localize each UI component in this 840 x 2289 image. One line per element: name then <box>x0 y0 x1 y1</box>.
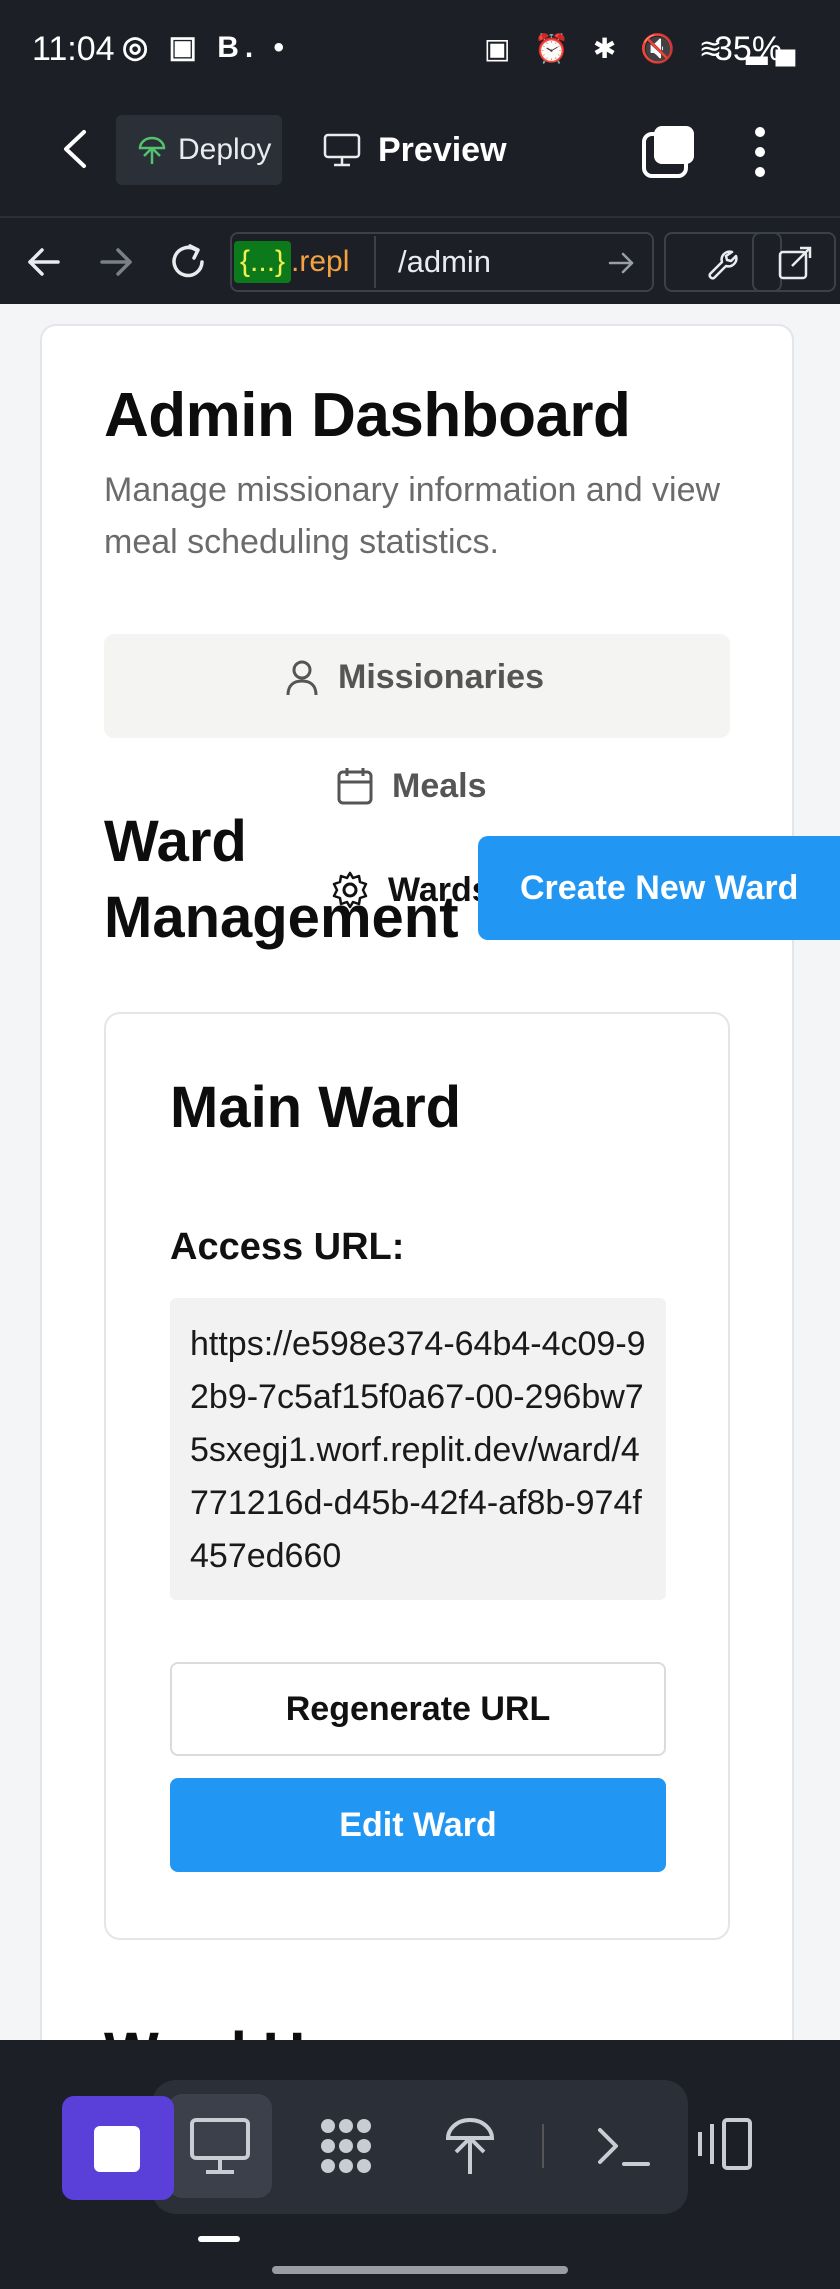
external-link-icon <box>778 246 812 280</box>
tab-missionaries-label: Missionaries <box>338 658 544 696</box>
tools-grid-icon <box>321 2119 371 2173</box>
dock-deployments[interactable] <box>418 2094 522 2198</box>
tab-list: Missionaries <box>104 634 730 738</box>
layout-toggle-icon[interactable] <box>690 2110 760 2180</box>
tab-meals[interactable]: Meals <box>336 766 487 806</box>
dock-all-tools[interactable] <box>294 2094 398 2198</box>
repl-suffix: .repl <box>291 245 350 278</box>
dock-separator <box>542 2124 544 2168</box>
terminal-icon <box>598 2128 650 2166</box>
browser-url-bar: {...} .repl /admin <box>0 216 840 304</box>
preview-label: Preview <box>378 130 507 169</box>
page-title: Admin Dashboard <box>104 381 631 450</box>
status-time: 11:04 <box>32 30 115 68</box>
nav-forward-arrow-icon[interactable] <box>94 240 138 284</box>
monitor-icon <box>190 2118 250 2174</box>
gear-icon <box>332 871 368 909</box>
stop-square-icon <box>94 2126 140 2172</box>
dock-console[interactable] <box>572 2094 676 2198</box>
repl-domain-chip[interactable]: {...} .repl <box>234 236 376 288</box>
tab-missionaries[interactable]: Missionaries <box>284 658 544 697</box>
stop-button[interactable] <box>62 2096 174 2200</box>
preview-button[interactable]: Preview <box>322 115 507 185</box>
status-bar: 11:04 ◎ ▣ B. • ▣ ⏰ ✱ 🔇 ≋ ▂▄ 35% <box>0 0 840 84</box>
preview-viewport[interactable]: Admin Dashboard Manage missionary inform… <box>0 304 840 2040</box>
nav-back-arrow-icon[interactable] <box>22 240 66 284</box>
repl-braces: {...} <box>234 241 292 283</box>
active-indicator <box>198 2236 240 2242</box>
page-subtitle: Manage missionary information and view m… <box>104 471 721 561</box>
user-icon <box>286 660 318 695</box>
tab-wards[interactable]: Wards <box>330 870 491 910</box>
home-indicator[interactable] <box>272 2266 568 2274</box>
deploy-label: Deploy <box>178 133 272 166</box>
url-path: /admin <box>398 244 492 279</box>
next-section-heading-partial: Ward U <box>104 2020 305 2040</box>
tab-meals-label: Meals <box>392 766 487 805</box>
ward-card: Main Ward Access URL: https://e598e374-6… <box>104 1012 730 1940</box>
deploy-icon <box>138 136 166 164</box>
regenerate-url-button[interactable]: Regenerate URL <box>170 1662 666 1756</box>
status-notification-icons: ◎ ▣ B. • <box>122 31 291 64</box>
access-url-value[interactable]: https://e598e374-64b4-4c09-92b9-7c5af15f… <box>170 1298 666 1600</box>
go-arrow-icon[interactable] <box>606 248 636 278</box>
tool-dock <box>152 2080 688 2214</box>
tabs-icon[interactable] <box>640 124 696 180</box>
more-options-icon[interactable] <box>740 124 780 180</box>
access-url-label: Access URL: <box>170 1226 405 1268</box>
dock-preview[interactable] <box>168 2094 272 2198</box>
monitor-icon <box>323 133 361 167</box>
calendar-icon <box>337 768 373 805</box>
tab-wards-label: Wards <box>388 870 491 909</box>
edit-ward-button[interactable]: Edit Ward <box>170 1778 666 1872</box>
url-field[interactable]: {...} .repl /admin <box>230 232 654 292</box>
back-chevron-icon[interactable] <box>52 124 102 174</box>
create-new-ward-button[interactable]: Create New Ward <box>478 836 840 940</box>
deploy-icon <box>445 2117 495 2174</box>
deploy-button[interactable]: Deploy <box>116 115 282 185</box>
workspace-bottom-bar <box>0 2040 840 2289</box>
app-top-bar: Deploy Preview <box>0 84 840 216</box>
reload-icon[interactable] <box>166 240 210 284</box>
open-external-button[interactable] <box>752 232 836 292</box>
battery-level: 35% <box>714 30 783 68</box>
ward-name: Main Ward <box>170 1075 462 1140</box>
